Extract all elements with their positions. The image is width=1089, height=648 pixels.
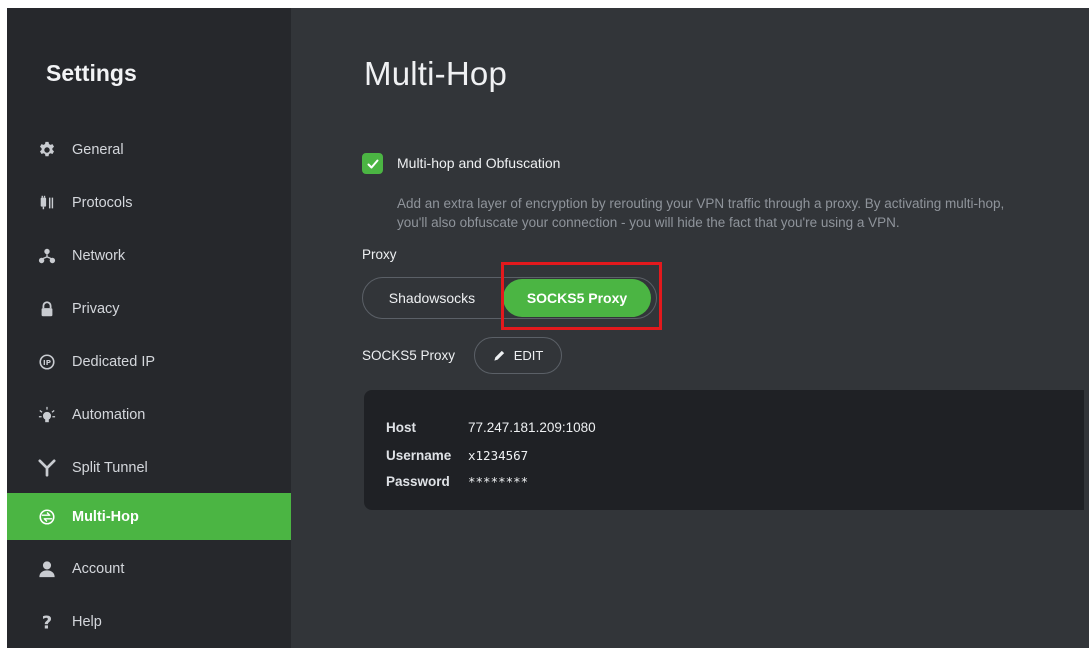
sidebar-item-split-tunnel[interactable]: Split Tunnel	[7, 444, 291, 491]
username-label: Username	[386, 448, 452, 463]
app-window: Settings General Protocols Network Priva…	[7, 8, 1089, 648]
sidebar-item-help[interactable]: ? Help	[7, 598, 291, 645]
edit-button-label: EDIT	[513, 348, 544, 363]
checkmark-icon	[367, 159, 378, 168]
automation-icon	[38, 406, 56, 424]
sidebar-item-label: Network	[72, 247, 126, 264]
host-row: Host 77.247.181.209:1080	[386, 420, 596, 435]
main-content: Multi-Hop Multi-hop and Obfuscation Add …	[291, 8, 1089, 648]
sidebar-item-label: General	[72, 141, 124, 158]
sidebar: Settings General Protocols Network Priva…	[7, 8, 291, 648]
username-value: x1234567	[468, 448, 529, 463]
sidebar-item-label: Dedicated IP	[72, 353, 156, 370]
help-icon: ?	[38, 613, 56, 631]
protocols-icon	[38, 194, 56, 212]
svg-text:IP: IP	[43, 358, 51, 367]
sidebar-item-multi-hop[interactable]: Multi-Hop	[7, 493, 291, 540]
network-icon	[38, 247, 56, 265]
proxy-label: Proxy	[362, 247, 397, 262]
shadowsocks-option[interactable]: Shadowsocks	[363, 279, 501, 317]
sidebar-item-privacy[interactable]: Privacy	[7, 285, 291, 332]
password-label: Password	[386, 474, 450, 489]
host-label: Host	[386, 420, 416, 435]
multihop-icon	[38, 508, 56, 526]
multihop-description: Add an extra layer of encryption by rero…	[397, 194, 1077, 232]
sidebar-item-label: Split Tunnel	[72, 459, 148, 476]
password-row: Password ********	[386, 474, 528, 489]
svg-text:?: ?	[42, 613, 52, 631]
sidebar-item-label: Privacy	[72, 300, 120, 317]
socks5-proxy-label: SOCKS5 Proxy	[362, 348, 456, 363]
highlight-annotation	[501, 262, 662, 330]
host-value: 77.247.181.209:1080	[468, 420, 596, 435]
edit-button[interactable]: EDIT	[474, 337, 562, 374]
password-value: ********	[468, 474, 529, 489]
gear-icon	[38, 141, 56, 159]
pencil-icon	[494, 350, 504, 361]
sidebar-item-account[interactable]: Account	[7, 545, 291, 592]
sidebar-item-label: Protocols	[72, 194, 133, 211]
sidebar-item-dedicated-ip[interactable]: IP Dedicated IP	[7, 338, 291, 385]
sidebar-item-protocols[interactable]: Protocols	[7, 179, 291, 226]
sidebar-item-general[interactable]: General	[7, 126, 291, 173]
multihop-checkbox[interactable]	[362, 153, 383, 174]
sidebar-title: Settings	[46, 60, 137, 86]
description-line: Add an extra layer of encryption by rero…	[397, 196, 1005, 211]
lock-icon	[38, 300, 56, 318]
sidebar-item-label: Multi-Hop	[72, 508, 139, 525]
user-icon	[38, 560, 56, 578]
username-row: Username x1234567	[386, 448, 528, 463]
sidebar-item-automation[interactable]: Automation	[7, 391, 291, 438]
proxy-details-panel: Host 77.247.181.209:1080 Username x12345…	[364, 390, 1084, 510]
dedicated-ip-icon: IP	[38, 353, 56, 371]
description-line: you'll also obfuscate your connection - …	[397, 215, 900, 230]
sidebar-item-label: Account	[72, 560, 125, 577]
sidebar-item-network[interactable]: Network	[7, 232, 291, 279]
sidebar-item-label: Automation	[72, 406, 146, 423]
page-title: Multi-Hop	[364, 55, 508, 92]
split-tunnel-icon	[38, 458, 56, 477]
multihop-checkbox-label: Multi-hop and Obfuscation	[397, 155, 561, 171]
sidebar-item-label: Help	[72, 613, 102, 630]
